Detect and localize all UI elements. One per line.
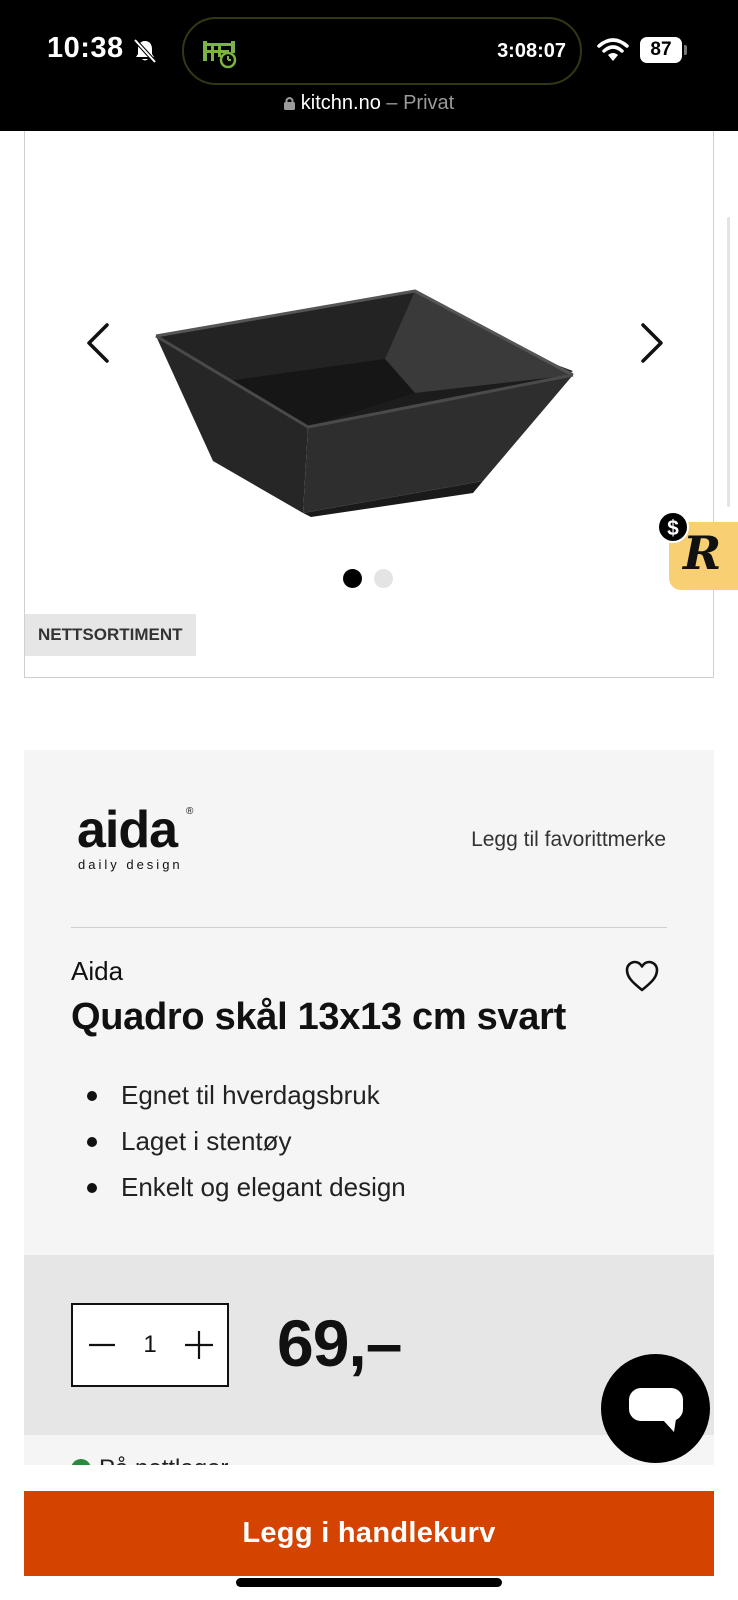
- chat-bubble-icon: [629, 1388, 683, 1432]
- brand-logo-word: aida: [77, 801, 178, 859]
- product-gallery: NETTSORTIMENT: [24, 131, 714, 678]
- gallery-dot-2[interactable]: [374, 569, 393, 588]
- brand-logo[interactable]: aida ® daily design: [77, 800, 207, 875]
- feature-item: Enkelt og elegant design: [71, 1164, 406, 1210]
- stock-status-text: På nettlager: [99, 1455, 228, 1465]
- timer-activity-icon: [203, 41, 237, 69]
- divider: [71, 927, 667, 928]
- feature-item: Egnet til hverdagsbruk: [71, 1072, 406, 1118]
- heart-icon[interactable]: [624, 959, 660, 993]
- quantity-value[interactable]: 1: [128, 1331, 172, 1359]
- brand-logo-registered: ®: [186, 806, 194, 817]
- url-domain: kitchn.no: [300, 92, 381, 114]
- brand-logo-tagline: daily design: [78, 857, 183, 872]
- status-bar: 10:38 3:08:07 87 kitchn.no – Privat: [0, 0, 738, 131]
- browsing-mode: Privat: [403, 92, 455, 114]
- url-bar[interactable]: kitchn.no – Privat: [0, 92, 738, 115]
- chevron-right-icon[interactable]: [631, 313, 671, 373]
- chevron-left-icon[interactable]: [79, 313, 119, 373]
- feature-item: Laget i stentøy: [71, 1118, 406, 1164]
- home-indicator[interactable]: [236, 1578, 502, 1587]
- stock-status-dot: [71, 1459, 91, 1465]
- product-brand[interactable]: Aida: [71, 956, 123, 987]
- product-title: Quadro skål 13x13 cm svart: [71, 996, 566, 1038]
- bell-slash-icon: [133, 38, 157, 64]
- nettsortiment-badge: NETTSORTIMENT: [25, 614, 196, 656]
- timer-readout: 3:08:07: [497, 40, 566, 62]
- add-favorite-brand-link[interactable]: Legg til favorittmerke: [471, 828, 666, 852]
- r-logo-letter: R: [683, 526, 722, 580]
- dollar-icon: $: [657, 511, 689, 543]
- product-price: 69,–: [277, 1306, 402, 1380]
- quantity-stepper: 1: [71, 1303, 229, 1387]
- dynamic-island[interactable]: 3:08:07: [182, 17, 582, 85]
- product-image-bowl[interactable]: [153, 281, 613, 521]
- battery-indicator: 87: [640, 37, 682, 63]
- feature-list: Egnet til hverdagsbruk Laget i stentøy E…: [71, 1072, 406, 1210]
- url-separator: –: [386, 92, 398, 114]
- battery-nub: [684, 45, 687, 55]
- gallery-pagination: [343, 569, 393, 589]
- status-time: 10:38: [47, 32, 124, 64]
- minus-icon[interactable]: [85, 1327, 119, 1363]
- chat-button[interactable]: [601, 1354, 710, 1463]
- product-info-panel: aida ® daily design Legg til favorittmer…: [24, 750, 714, 1255]
- add-to-cart-button[interactable]: Legg i handlekurv: [24, 1491, 714, 1576]
- lock-icon: [283, 97, 295, 110]
- scrollbar[interactable]: [727, 217, 730, 507]
- wifi-icon: [597, 38, 629, 61]
- plus-icon[interactable]: [181, 1327, 217, 1363]
- gallery-dot-1[interactable]: [343, 569, 362, 588]
